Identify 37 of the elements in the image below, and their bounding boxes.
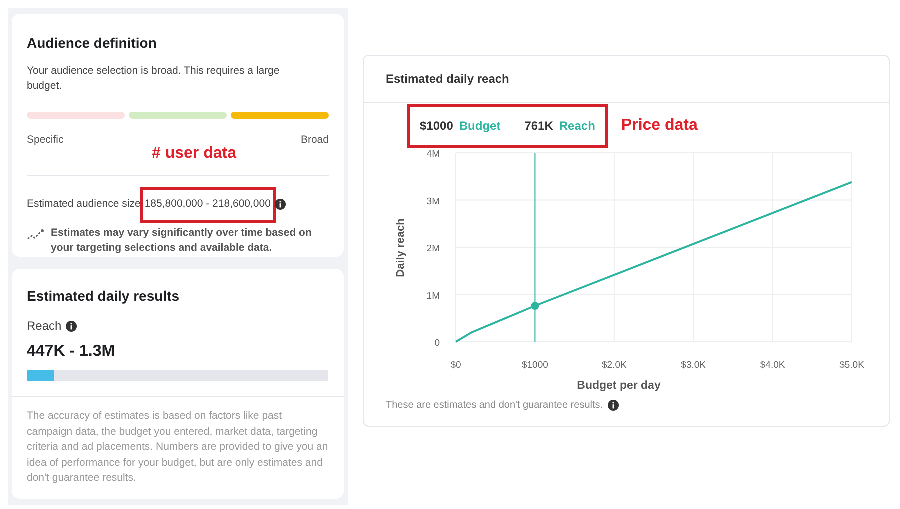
x-tick-label: $4.0K	[760, 360, 786, 371]
y-tick-label: 0	[434, 338, 440, 349]
y-tick-label: 1M	[426, 290, 440, 302]
card-title: Estimated daily reach	[386, 71, 510, 88]
info-icon[interactable]	[608, 400, 620, 411]
x-tick-label: $5.0K	[840, 360, 864, 371]
audience-size-value: 185,800,000 - 218,600,000	[142, 190, 273, 220]
budget-label: Budget	[459, 118, 501, 135]
chart-point[interactable]	[531, 302, 540, 310]
card-title: Audience definition	[27, 34, 158, 52]
footnote-text: These are estimates and don't guarantee results.	[386, 399, 604, 413]
budget-value: $1000	[420, 118, 454, 135]
card-title: Estimated daily results	[27, 287, 181, 306]
note-text: Estimates may vary significantly over time based on your targeting selections and available data.	[51, 226, 313, 256]
annotation-label: # user data	[152, 144, 236, 164]
info-icon[interactable]	[274, 199, 286, 210]
y-tick-label: 4M	[426, 149, 440, 160]
audience-size-label: Estimated audience size	[27, 196, 141, 212]
disclaimer-text: The accuracy of estimates is based on factors like past campaign data, the budget you entered, market data, targeting criteria and ad placements. Numbers are provided to give you an idea of performance for your budget, but are only estimates and don't guarantee results.	[27, 409, 329, 486]
reach-value: 761K	[524, 118, 554, 135]
x-tick-label: $0	[450, 360, 462, 371]
x-axis-title: Budget per day	[577, 380, 661, 392]
reach-value: 447K - 1.3M	[27, 342, 116, 362]
x-tick-label: $3.0K	[681, 360, 706, 371]
metric-label: Reach	[27, 318, 62, 336]
trend-icon	[27, 228, 45, 240]
reach-label: Reach	[559, 118, 596, 135]
y-axis-title: Daily reach	[395, 218, 407, 278]
info-icon[interactable]	[66, 320, 77, 332]
meter-label: Specific	[27, 133, 64, 148]
x-tick-label: $1000	[522, 360, 548, 371]
y-tick-label: 2M	[426, 244, 440, 254]
annotation-label: Price data	[621, 116, 698, 136]
meter-label: Broad	[300, 133, 329, 148]
description-text: Your audience selection is broad. This requires a large budget.	[27, 64, 281, 94]
y-tick-label: 3M	[426, 196, 440, 208]
x-tick-label: $2.0K	[602, 360, 627, 371]
